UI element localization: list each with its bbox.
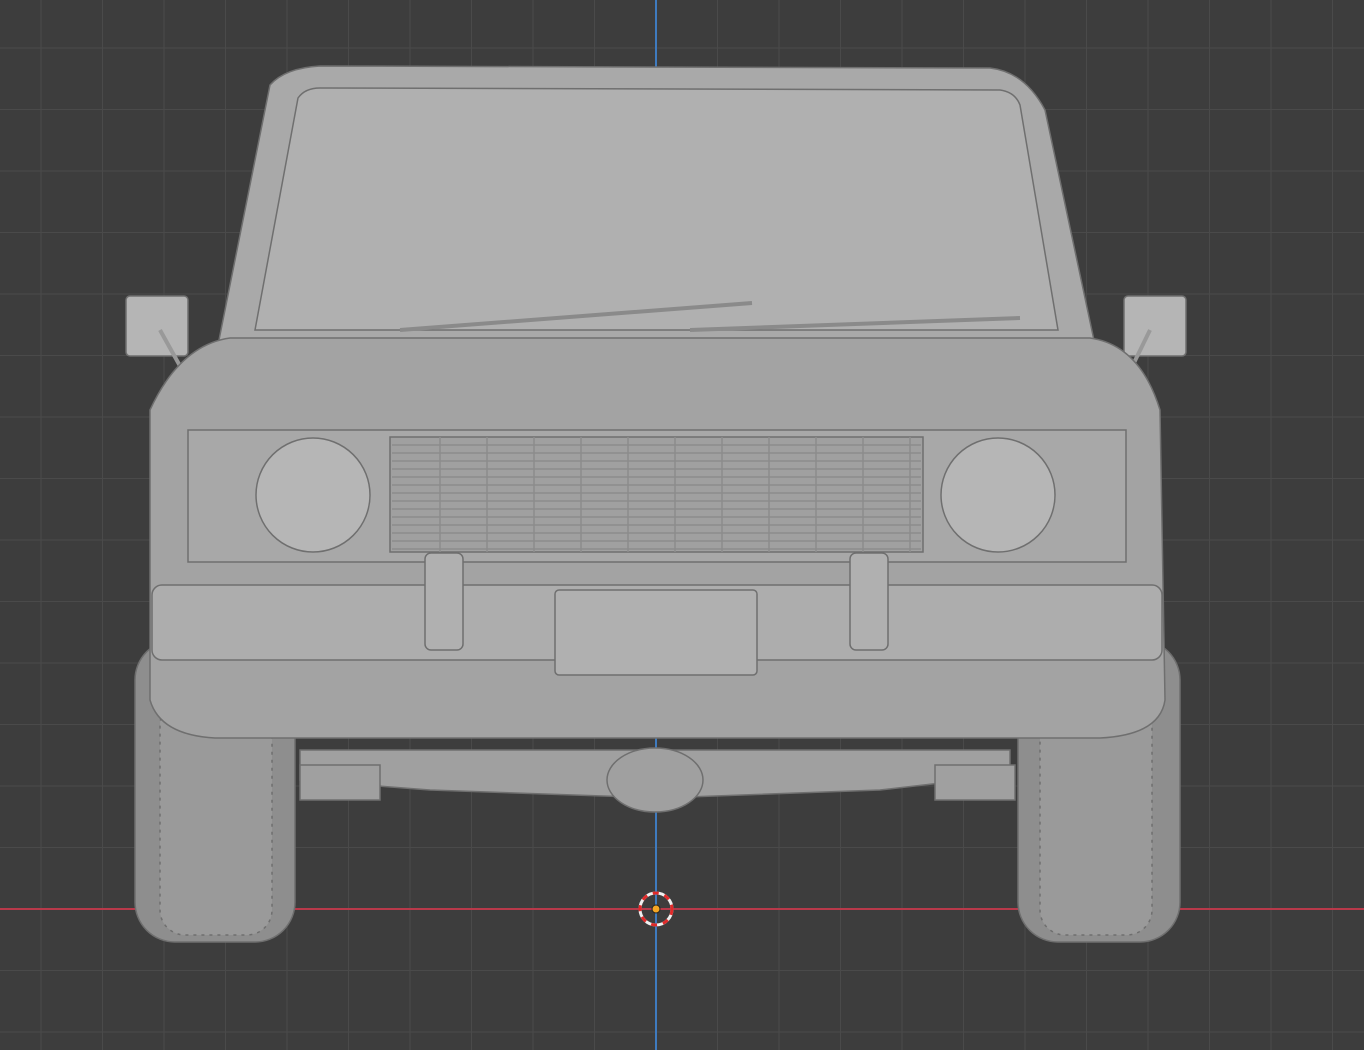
license-plate: [554, 589, 758, 676]
viewport-canvas[interactable]: [0, 0, 1364, 1050]
left-mirror: [125, 295, 189, 376]
left-headlight: [255, 437, 371, 553]
right-bumper-guard: [849, 552, 889, 651]
origin-point-icon: [651, 904, 661, 914]
3d-viewport[interactable]: [0, 0, 1364, 1050]
windshield: [254, 87, 1059, 331]
right-headlight: [940, 437, 1056, 553]
car-model[interactable]: [125, 65, 1187, 943]
grille: [389, 436, 924, 553]
front-suspension: [299, 747, 1016, 813]
left-bumper-guard: [424, 552, 464, 651]
